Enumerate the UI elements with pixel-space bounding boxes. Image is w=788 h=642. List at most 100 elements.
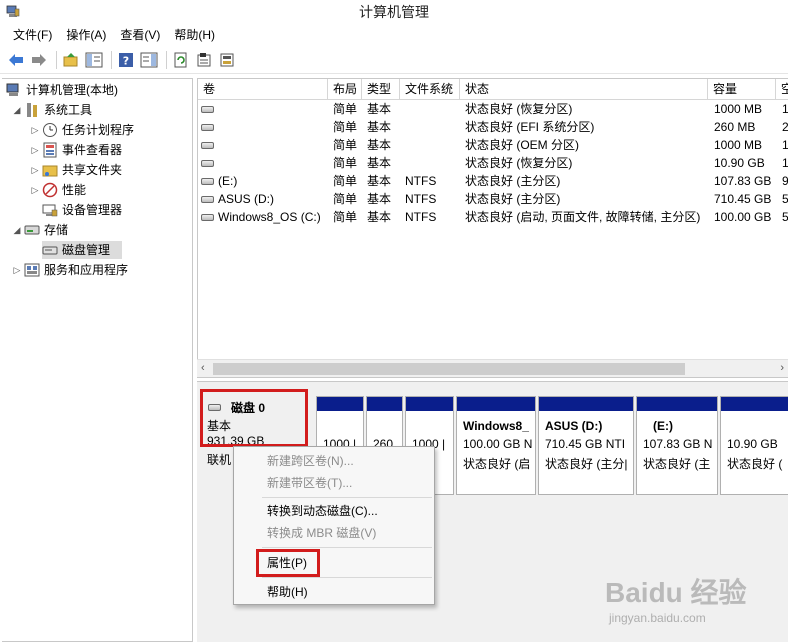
event-viewer-icon	[42, 142, 58, 158]
show-hide-tree-icon[interactable]	[84, 50, 104, 70]
storage-icon	[24, 222, 40, 238]
expand-icon[interactable]: ▷	[30, 121, 40, 139]
partition-recovery-2[interactable]: 10.90 GB 状态良好 (	[720, 396, 788, 495]
volume-layout: 简单	[333, 102, 358, 116]
menu-view[interactable]: 查看(V)	[113, 25, 167, 45]
column-header-volume[interactable]: 卷	[198, 79, 328, 100]
tree-label: 存储	[44, 223, 69, 237]
help-icon[interactable]: ?	[116, 50, 136, 70]
collapse-icon[interactable]: ◢	[12, 101, 22, 119]
properties-icon[interactable]	[194, 50, 214, 70]
volume-capacity: 10.90 GB	[714, 156, 765, 170]
volume-status: 状态良好 (EFI 系统分区)	[465, 120, 595, 134]
volume-row[interactable]: 简单 基本 状态良好 (恢复分区) 1000 MB 1	[198, 100, 788, 118]
volume-icon	[201, 142, 214, 149]
menu-item-new-striped-volume[interactable]: 新建带区卷(T)...	[234, 472, 434, 494]
tree-label: 事件查看器	[62, 143, 123, 157]
menu-item-convert-mbr[interactable]: 转换成 MBR 磁盘(V)	[234, 522, 434, 544]
tree-item-device-manager[interactable]: 设备管理器	[42, 201, 122, 219]
volume-list: 卷 布局 类型 文件系统 状态 容量 空 简单 基本 状态良好 (恢复分区) 1…	[197, 78, 788, 378]
column-header-filesystem[interactable]: 文件系统	[400, 79, 460, 100]
expand-icon[interactable]: ▷	[12, 261, 22, 279]
menu-action[interactable]: 操作(A)	[59, 25, 113, 45]
tree-item-system-tools[interactable]: ◢ 系统工具	[12, 101, 92, 119]
volume-type: 基本	[367, 192, 392, 206]
disk-management-icon	[42, 242, 58, 258]
volume-name: ASUS (D:)	[218, 192, 275, 206]
back-arrow-icon[interactable]	[6, 50, 26, 70]
tree-item-computer-management[interactable]: 计算机管理(本地)	[6, 81, 118, 99]
scroll-left-icon[interactable]: ‹	[201, 362, 205, 374]
tree-item-task-scheduler[interactable]: ▷ 任务计划程序	[30, 121, 134, 139]
volume-capacity: 107.83 GB	[714, 174, 772, 188]
column-header-capacity[interactable]: 容量	[708, 79, 776, 100]
column-header-layout[interactable]: 布局	[328, 79, 362, 100]
volume-row[interactable]: 简单 基本 状态良好 (OEM 分区) 1000 MB 1	[198, 136, 788, 154]
tree-label: 计算机管理(本地)	[26, 83, 118, 97]
tree-item-services-apps[interactable]: ▷ 服务和应用程序	[12, 261, 128, 279]
volume-row[interactable]: (E:) 简单 基本 NTFS 状态良好 (主分区) 107.83 GB 9	[198, 172, 788, 190]
clock-icon	[42, 122, 58, 138]
volume-icon	[201, 106, 214, 113]
tree-item-disk-management[interactable]: 磁盘管理	[42, 241, 122, 259]
partition-bar	[539, 397, 633, 411]
partition-asus-d[interactable]: ASUS (D:) 710.45 GB NTI 状态良好 (主分|	[538, 396, 634, 495]
volume-row[interactable]: ASUS (D:) 简单 基本 NTFS 状态良好 (主分区) 710.45 G…	[198, 190, 788, 208]
column-header-type[interactable]: 类型	[362, 79, 400, 100]
partition-status: 状态良好 (主	[643, 457, 711, 471]
partition-windows-c[interactable]: Windows8_ 100.00 GB N 状态良好 (启	[456, 396, 536, 495]
up-folder-icon[interactable]	[61, 50, 81, 70]
volume-free: 9	[782, 172, 788, 190]
volume-icon	[201, 214, 214, 221]
menu-item-new-spanned-volume[interactable]: 新建跨区卷(N)...	[234, 450, 434, 472]
volume-capacity: 710.45 GB	[714, 192, 772, 206]
volume-status: 状态良好 (主分区)	[465, 192, 561, 206]
refresh-icon[interactable]	[171, 50, 191, 70]
tree-item-storage[interactable]: ◢ 存储	[12, 221, 68, 239]
expand-icon[interactable]: ▷	[30, 181, 40, 199]
tree-label: 共享文件夹	[62, 163, 123, 177]
shared-folder-icon	[42, 162, 58, 178]
menu-bar: 文件(F) 操作(A) 查看(V) 帮助(H)	[0, 24, 788, 46]
show-hide-action-pane-icon[interactable]	[139, 50, 159, 70]
volume-row[interactable]: 简单 基本 状态良好 (EFI 系统分区) 260 MB 2	[198, 118, 788, 136]
menu-file[interactable]: 文件(F)	[6, 25, 59, 45]
collapse-icon[interactable]: ◢	[12, 221, 22, 239]
volume-row[interactable]: Windows8_OS (C:) 简单 基本 NTFS 状态良好 (启动, 页面…	[198, 208, 788, 226]
volume-layout: 简单	[333, 120, 358, 134]
partition-size: 107.83 GB N	[643, 437, 713, 451]
expand-icon[interactable]: ▷	[30, 141, 40, 159]
title-bar: 计算机管理	[0, 0, 788, 24]
volume-row[interactable]: 简单 基本 状态良好 (恢复分区) 10.90 GB 1	[198, 154, 788, 172]
scrollbar-thumb[interactable]	[213, 363, 685, 375]
expand-icon[interactable]: ▷	[30, 161, 40, 179]
menu-item-help[interactable]: 帮助(H)	[234, 581, 434, 603]
tree-item-performance[interactable]: ▷ 性能	[30, 181, 86, 199]
scroll-right-icon[interactable]: ›	[780, 362, 784, 374]
volume-filesystem: NTFS	[405, 174, 437, 188]
volume-free: 1	[782, 100, 788, 118]
partition-bar	[406, 397, 453, 411]
volume-status: 状态良好 (OEM 分区)	[465, 138, 579, 152]
volume-icon	[201, 196, 214, 203]
horizontal-scrollbar[interactable]: ‹ ›	[197, 359, 788, 377]
disk-wizard-icon[interactable]	[217, 50, 237, 70]
volume-free: 2	[782, 118, 788, 136]
menu-help[interactable]: 帮助(H)	[167, 25, 222, 45]
volume-name: (E:)	[218, 174, 238, 188]
services-icon	[24, 262, 40, 278]
tree-item-event-viewer[interactable]: ▷ 事件查看器	[30, 141, 122, 159]
menu-item-convert-dynamic[interactable]: 转换到动态磁盘(C)...	[234, 500, 434, 522]
tree-label: 设备管理器	[62, 203, 123, 217]
partition-status: 状态良好 (主分|	[545, 457, 628, 471]
watermark-url: jingyan.baidu.com	[609, 611, 706, 625]
context-menu: 新建跨区卷(N)... 新建带区卷(T)... 转换到动态磁盘(C)... 转换…	[233, 446, 435, 605]
column-header-status[interactable]: 状态	[460, 79, 708, 100]
partition-e[interactable]: (E:) 107.83 GB N 状态良好 (主	[636, 396, 718, 495]
partition-title: ASUS (D:)	[545, 419, 603, 433]
tree-item-shared-folders[interactable]: ▷ 共享文件夹	[30, 161, 122, 179]
column-header-free[interactable]: 空	[776, 79, 788, 100]
volume-status: 状态良好 (启动, 页面文件, 故障转储, 主分区)	[465, 210, 701, 224]
volume-icon	[201, 178, 214, 185]
forward-arrow-icon[interactable]	[29, 50, 49, 70]
